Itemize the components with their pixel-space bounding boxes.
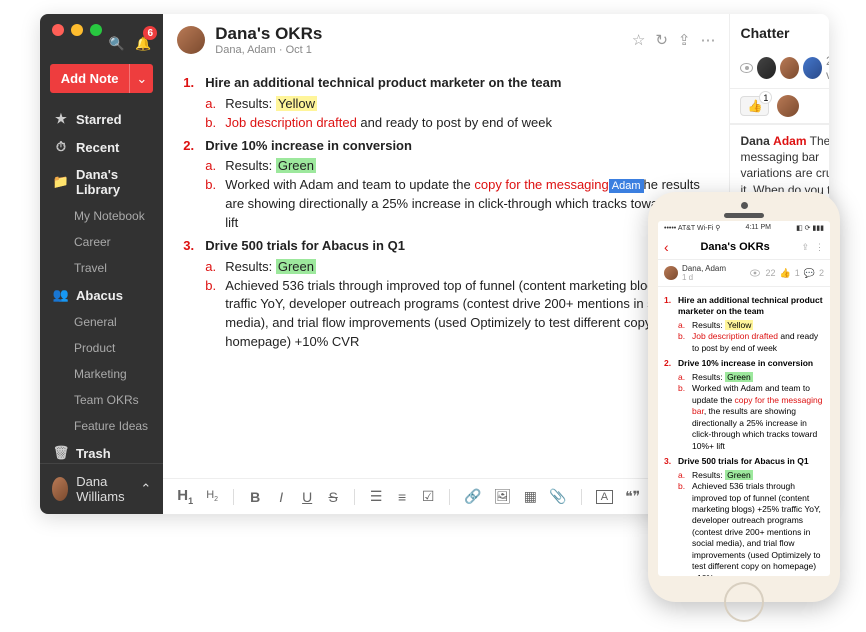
add-note-dropdown[interactable]: ⌄ [129,64,153,93]
nav-label: Abacus [76,288,123,303]
nav-item[interactable]: Travel [40,255,163,281]
underline-button[interactable]: U [300,489,314,505]
checklist-button[interactable]: ☑ [421,488,435,505]
number-list-button[interactable]: ≡ [395,489,409,505]
star-icon[interactable]: ☆ [632,31,645,49]
link-button[interactable]: 🔗 [464,488,481,505]
nav-item[interactable]: Team OKRs [40,387,163,413]
nav-icon: ★ [54,111,68,127]
search-icon[interactable]: 🔍 [109,36,125,52]
italic-button[interactable]: I [274,489,288,505]
nav-item[interactable]: Career [40,229,163,255]
phone-title: Dana's OKRs [669,241,802,253]
heading-large-button[interactable]: H1 [177,487,193,506]
add-note-button-group: Add Note ⌄ [50,64,153,93]
phone-status-bar: ••••• AT&T Wi-Fi ⚲ 4:11 PM ◧ ⟳ ▮▮▮ [658,221,830,235]
phone-mockup: ••••• AT&T Wi-Fi ⚲ 4:11 PM ◧ ⟳ ▮▮▮ ‹ Dan… [648,192,840,602]
editor-toolbar: H1 H2 B I U S ☰ ≡ ☑ 🔗 🖼 ▦ 📎 A ❝❞ </> A̸ [163,478,729,514]
heading-small-button[interactable]: H2 [205,489,219,503]
nav-icon: 👥 [54,287,68,303]
nav-label: General [74,315,117,329]
chevron-down-icon: ⌄ [136,71,147,87]
attachment-button[interactable]: 📎 [549,488,566,505]
nav-label: Product [74,341,115,355]
document-avatar [177,26,205,54]
current-user-row[interactable]: Dana Williams ⌃ [40,463,163,514]
nav-icon: 🗑 [54,445,68,461]
notification-badge: 6 [143,26,157,40]
nav-item[interactable]: Product [40,335,163,361]
strike-button[interactable]: S [326,489,340,505]
nav-item[interactable]: 👥 Abacus [40,281,163,309]
image-button[interactable]: 🖼 [494,488,512,505]
more-icon[interactable]: ⋯ [700,31,715,49]
nav-icon: ⏱ [54,139,68,155]
main-pane: Dana's OKRs Dana, Adam · Oct 1 ☆ ↻ ⇪ ⋯ 1… [163,14,729,514]
nav-label: Dana's Library [76,167,149,197]
thumbs-up-reaction[interactable]: 👍1 [740,96,769,116]
nav-label: Feature Ideas [74,419,148,433]
chatter-title: Chatter [740,25,789,41]
current-user-name: Dana Williams [76,474,132,504]
add-note-button[interactable]: Add Note [50,64,129,93]
nav-label: Team OKRs [74,393,139,407]
nav-item[interactable]: 🗑 Trash [40,439,163,463]
reactor-avatar[interactable] [777,95,799,117]
viewer-avatar[interactable] [757,57,776,79]
viewer-avatar[interactable] [803,57,822,79]
document-header: Dana's OKRs Dana, Adam · Oct 1 ☆ ↻ ⇪ ⋯ [163,14,729,62]
close-window[interactable] [52,24,64,36]
sidebar: 🔍 🔔 6 Add Note ⌄ ★Starred⏱Recent📁Dana's … [40,14,163,514]
eye-icon [740,63,752,73]
nav-label: My Notebook [74,209,145,223]
more-icon[interactable]: ⋮ [815,242,824,253]
highlight-button[interactable]: A [596,490,613,504]
nav-label: Marketing [74,367,127,381]
nav-item[interactable]: General [40,309,163,335]
nav-item[interactable]: Feature Ideas [40,413,163,439]
share-icon[interactable]: ⇪ [801,242,809,253]
nav-item[interactable]: My Notebook [40,203,163,229]
home-button[interactable] [724,582,764,622]
view-count: 21 views [826,54,829,82]
nav-list: ★ Starred ⏱ Recent 📁 Dana's Library My Noteboo… [40,101,163,463]
nav-label: Travel [74,261,107,275]
minimize-window[interactable] [71,24,83,36]
nav-item[interactable]: Marketing [40,361,163,387]
nav-label: Starred [76,112,122,127]
document-title[interactable]: Dana's OKRs [215,24,322,44]
viewer-avatar[interactable] [780,57,799,79]
chevron-up-icon: ⌃ [140,481,151,497]
bullet-list-button[interactable]: ☰ [369,488,383,505]
nav-icon: 📁 [54,174,68,190]
maximize-window[interactable] [90,24,102,36]
quote-button[interactable]: ❝❞ [625,488,640,505]
nav-item[interactable]: ★ Starred [40,105,163,133]
nav-label: Recent [76,140,119,155]
nav-item[interactable]: 📁 Dana's Library [40,161,163,203]
bold-button[interactable]: B [248,489,262,505]
avatar [52,477,68,501]
table-button[interactable]: ▦ [523,488,537,505]
document-meta: Dana, Adam · Oct 1 [215,44,322,56]
phone-screen: ••••• AT&T Wi-Fi ⚲ 4:11 PM ◧ ⟳ ▮▮▮ ‹ Dan… [658,221,830,576]
nav-item[interactable]: ⏱ Recent [40,133,163,161]
nav-label: Trash [76,446,111,461]
history-icon[interactable]: ↻ [655,31,668,49]
share-icon[interactable]: ⇪ [678,31,691,49]
document-body[interactable]: 1.Hire an additional technical product m… [163,62,729,478]
nav-label: Career [74,235,111,249]
